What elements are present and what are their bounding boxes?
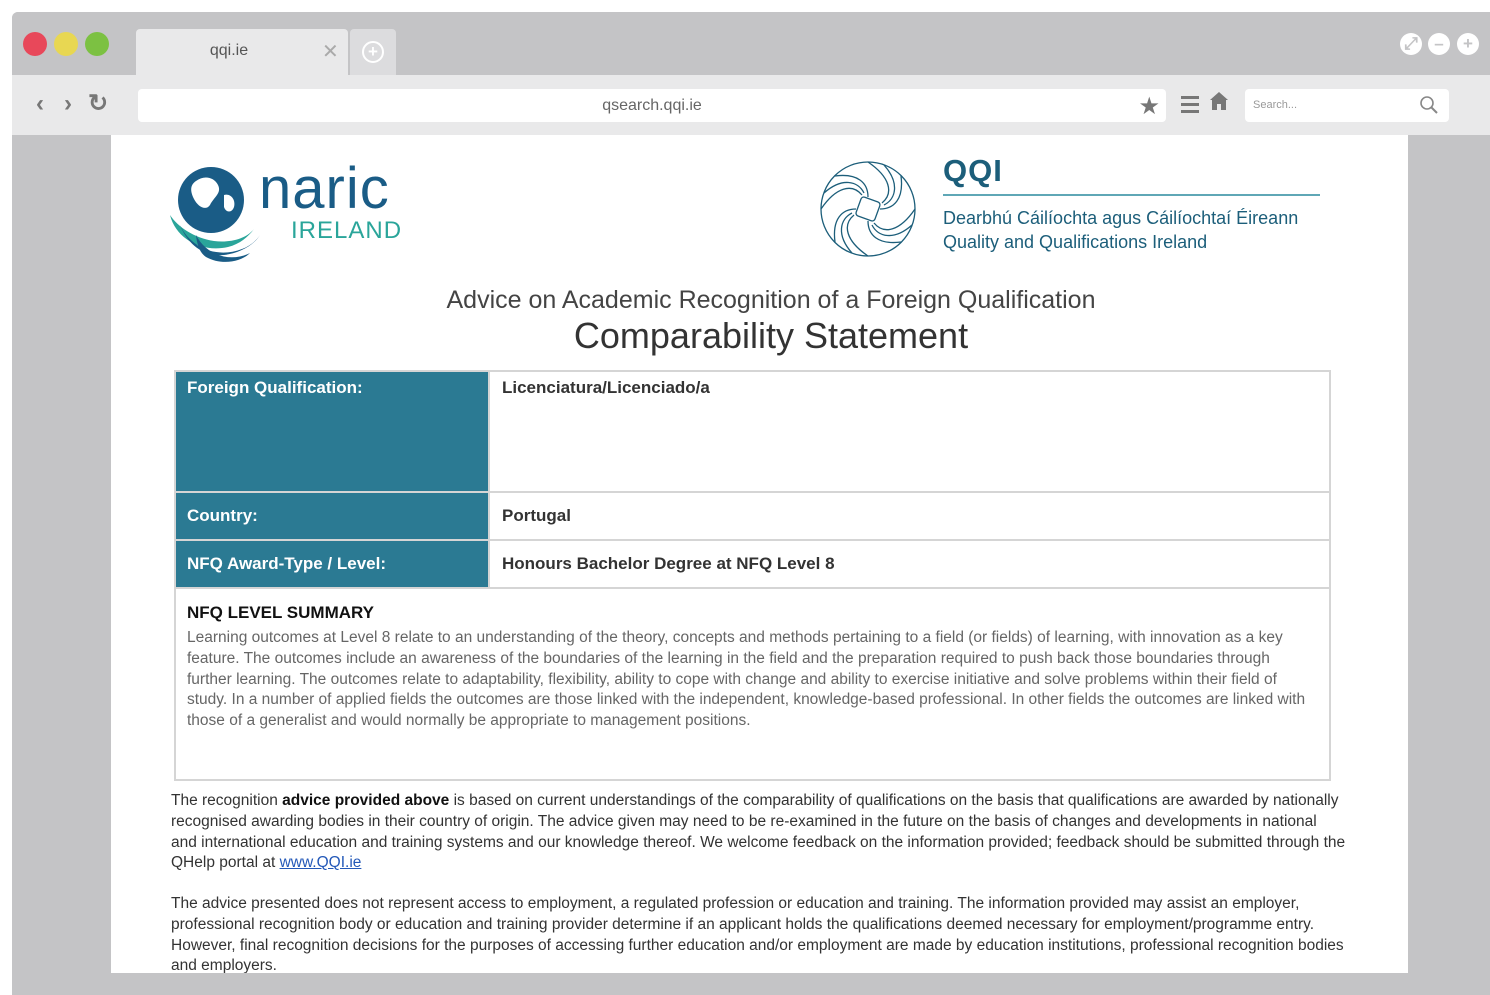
minimize-icon[interactable]: –	[1428, 33, 1450, 55]
table-row: NFQ Award-Type / Level: Honours Bachelor…	[176, 541, 1329, 589]
qqi-subtitle-irish: Dearbhú Cáilíochta agus Cáilíochtaí Éire…	[943, 208, 1299, 228]
title-bar: qqi.ie ✕ + ⤢ – +	[12, 12, 1490, 75]
country-label: Country:	[176, 493, 490, 539]
employment-disclaimer-paragraph: The advice presented does not represent …	[171, 895, 1344, 973]
foreign-qualification-value: Licenciatura/Licenciado/a	[502, 378, 710, 397]
expand-icon[interactable]: +	[1457, 33, 1479, 55]
nfq-level-value: Honours Bachelor Degree at NFQ Level 8	[502, 554, 835, 573]
country-value: Portugal	[502, 506, 571, 525]
document-heading: Advice on Academic Recognition of a Fore…	[446, 286, 1096, 314]
plus-icon: +	[362, 41, 384, 63]
menu-icon[interactable]	[1181, 96, 1199, 117]
qqi-spiral-logo-icon	[820, 161, 916, 257]
nfq-level-label: NFQ Award-Type / Level:	[176, 541, 490, 587]
nfq-level-summary: NFQ LEVEL SUMMARY Learning outcomes at L…	[176, 589, 1329, 779]
browser-toolbar: ‹ › ↻ qsearch.qqi.ie ★ Search...	[12, 75, 1490, 135]
tab-qqi[interactable]: qqi.ie ✕	[136, 29, 348, 75]
qqi-subtitle-english: Quality and Qualifications Ireland	[943, 232, 1208, 252]
close-window-button[interactable]	[23, 32, 47, 56]
para1-start: The recognition	[171, 792, 283, 809]
search-icon[interactable]	[1419, 95, 1439, 115]
reload-icon[interactable]: ↻	[88, 92, 108, 116]
document-page: naric IRELAND QQI Dearbhú Cáilíochta agu…	[111, 135, 1408, 973]
qualification-table: Foreign Qualification: Licenciatura/Lice…	[174, 370, 1331, 781]
foreign-qualification-label: Foreign Qualification:	[176, 372, 490, 491]
table-row: Foreign Qualification: Licenciatura/Lice…	[176, 372, 1329, 493]
summary-title: NFQ LEVEL SUMMARY	[187, 603, 375, 622]
para1-bold: advice provided above	[282, 792, 450, 809]
tab-title: qqi.ie	[209, 42, 249, 59]
maximize-window-button[interactable]	[85, 32, 109, 56]
search-bar[interactable]: Search...	[1245, 89, 1449, 122]
naric-ireland-text: IRELAND	[291, 217, 403, 244]
tab-close-icon[interactable]: ✕	[322, 39, 339, 64]
url-text: qsearch.qqi.ie	[602, 97, 702, 114]
home-icon[interactable]	[1209, 91, 1229, 111]
browser-bottom-bar	[12, 973, 1490, 995]
qqi-website-link[interactable]: www.QQI.ie	[280, 854, 362, 871]
bookmark-star-icon[interactable]: ★	[1138, 92, 1160, 121]
naric-ireland-logo: naric IRELAND	[166, 155, 406, 275]
document-title: Comparability Statement	[573, 315, 969, 356]
fullscreen-icon[interactable]: ⤢	[1400, 33, 1422, 55]
browser-window: qqi.ie ✕ + ⤢ – + ‹ › ↻ qsearch.qqi.ie ★ …	[12, 12, 1490, 995]
minimize-window-button[interactable]	[54, 32, 78, 56]
recognition-advice-paragraph: The recognition advice provided above is…	[171, 791, 1346, 874]
naric-wordmark: naric	[259, 156, 390, 221]
search-placeholder: Search...	[1253, 99, 1298, 111]
new-tab-button[interactable]: +	[350, 29, 396, 75]
qqi-divider	[943, 194, 1320, 196]
summary-text: Learning outcomes at Level 8 relate to a…	[187, 629, 1306, 730]
qqi-title: QQI	[943, 153, 1003, 188]
forward-icon[interactable]: ›	[64, 92, 72, 116]
address-bar[interactable]: qsearch.qqi.ie ★	[138, 89, 1166, 122]
table-row: Country: Portugal	[176, 493, 1329, 541]
back-icon[interactable]: ‹	[36, 92, 44, 116]
